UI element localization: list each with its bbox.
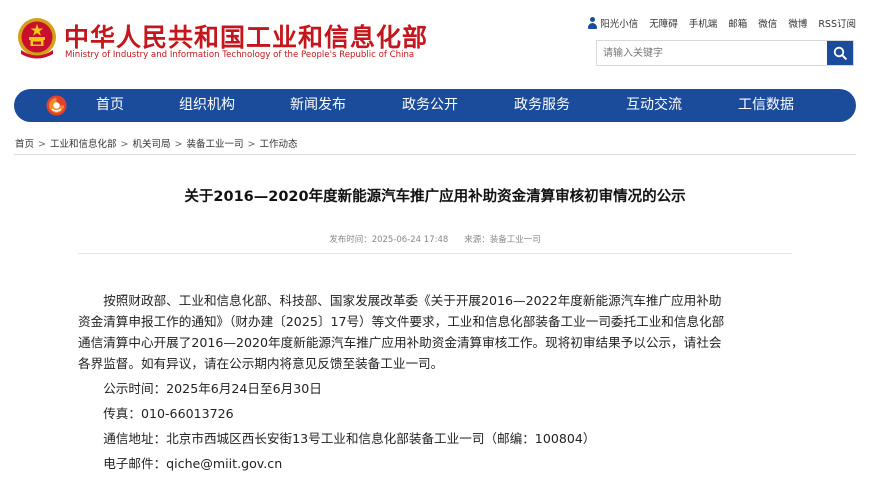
- nav-interaction[interactable]: 互动交流: [626, 89, 682, 122]
- nav-home[interactable]: 首页: [96, 89, 124, 122]
- article-meta: 发布时间：2025-06-24 17:48 来源：装备工业一司: [0, 233, 870, 245]
- top-link-accessibility[interactable]: 无障碍: [649, 16, 678, 30]
- article-title: 关于2016—2020年度新能源汽车推广应用补助资金清算审核初审情况的公示: [184, 189, 686, 205]
- breadcrumb-ministry[interactable]: 工业和信息化部: [50, 139, 117, 150]
- top-links: 阳光小信 无障碍 手机端 邮箱 微信 微博 RSS订阅: [588, 16, 856, 30]
- top-link-weibo[interactable]: 微博: [788, 16, 807, 30]
- article-source: 来源：装备工业一司: [464, 235, 541, 245]
- top-link-mail[interactable]: 邮箱: [728, 16, 747, 30]
- article-paragraph: 按照财政部、工业和信息化部、科技部、国家发展改革委《关于开展2016—2022年…: [78, 290, 796, 374]
- search-input[interactable]: [597, 41, 827, 65]
- search-button[interactable]: [827, 41, 853, 65]
- fax-number: 传真：010-66013726: [103, 406, 234, 421]
- top-link-mobile[interactable]: 手机端: [689, 16, 718, 30]
- top-link-sunshine[interactable]: 阳光小信: [588, 16, 638, 30]
- nav-gov-services[interactable]: 政务服务: [514, 89, 570, 122]
- main-nav: 首页 组织机构 新闻发布 政务公开 政务服务 互动交流 工信数据: [14, 89, 856, 122]
- notice-period: 公示时间：2025年6月24日至6月30日: [103, 381, 322, 396]
- nav-gov-affairs[interactable]: 政务公开: [402, 89, 458, 122]
- search-icon: [833, 46, 847, 60]
- top-link-rss[interactable]: RSS订阅: [818, 16, 856, 30]
- publish-time: 发布时间：2025-06-24 17:48: [329, 235, 449, 245]
- paragraph-line: 资金清算申报工作的通知》（财办建〔2025〕17号）等文件要求，工业和信息化部装…: [78, 314, 725, 329]
- mailing-address: 通信地址：北京市西城区西长安街13号工业和信息化部装备工业一司（邮编：10080…: [103, 431, 596, 446]
- email-address[interactable]: 电子邮件：qiche@miit.gov.cn: [78, 453, 796, 474]
- paragraph-line: 按照财政部、工业和信息化部、科技部、国家发展改革委《关于开展2016—2022年…: [103, 293, 722, 308]
- breadcrumb-divider: [14, 154, 856, 155]
- national-emblem-icon: [16, 17, 58, 61]
- person-icon: [588, 17, 598, 29]
- breadcrumb: 首页 > 工业和信息化部 > 机关司局 > 装备工业一司 > 工作动态: [15, 139, 298, 150]
- site-title[interactable]: 中华人民共和国工业和信息化部: [64, 18, 428, 54]
- miit-logo-icon[interactable]: [46, 95, 67, 116]
- breadcrumb-equipment-dept[interactable]: 装备工业一司: [186, 139, 243, 150]
- site-subtitle: Ministry of Industry and Information Tec…: [65, 50, 415, 60]
- paragraph-line: 通信清算中心开展了2016—2020年度新能源汽车推广应用补助资金清算审核工作。…: [78, 335, 722, 350]
- article-body: 按照财政部、工业和信息化部、科技部、国家发展改革委《关于开展2016—2022年…: [78, 290, 796, 474]
- paragraph-line: 各界监督。如有异议，请在公示期内将意见反馈至装备工业一司。: [78, 356, 444, 371]
- meta-divider: [78, 253, 792, 254]
- nav-organization[interactable]: 组织机构: [179, 89, 235, 122]
- breadcrumb-work-news[interactable]: 工作动态: [259, 139, 297, 150]
- nav-news[interactable]: 新闻发布: [290, 89, 346, 122]
- nav-data[interactable]: 工信数据: [738, 89, 794, 122]
- top-link-wechat[interactable]: 微信: [758, 16, 777, 30]
- breadcrumb-home[interactable]: 首页: [15, 139, 34, 150]
- search-box: [596, 40, 854, 66]
- breadcrumb-departments[interactable]: 机关司局: [132, 139, 170, 150]
